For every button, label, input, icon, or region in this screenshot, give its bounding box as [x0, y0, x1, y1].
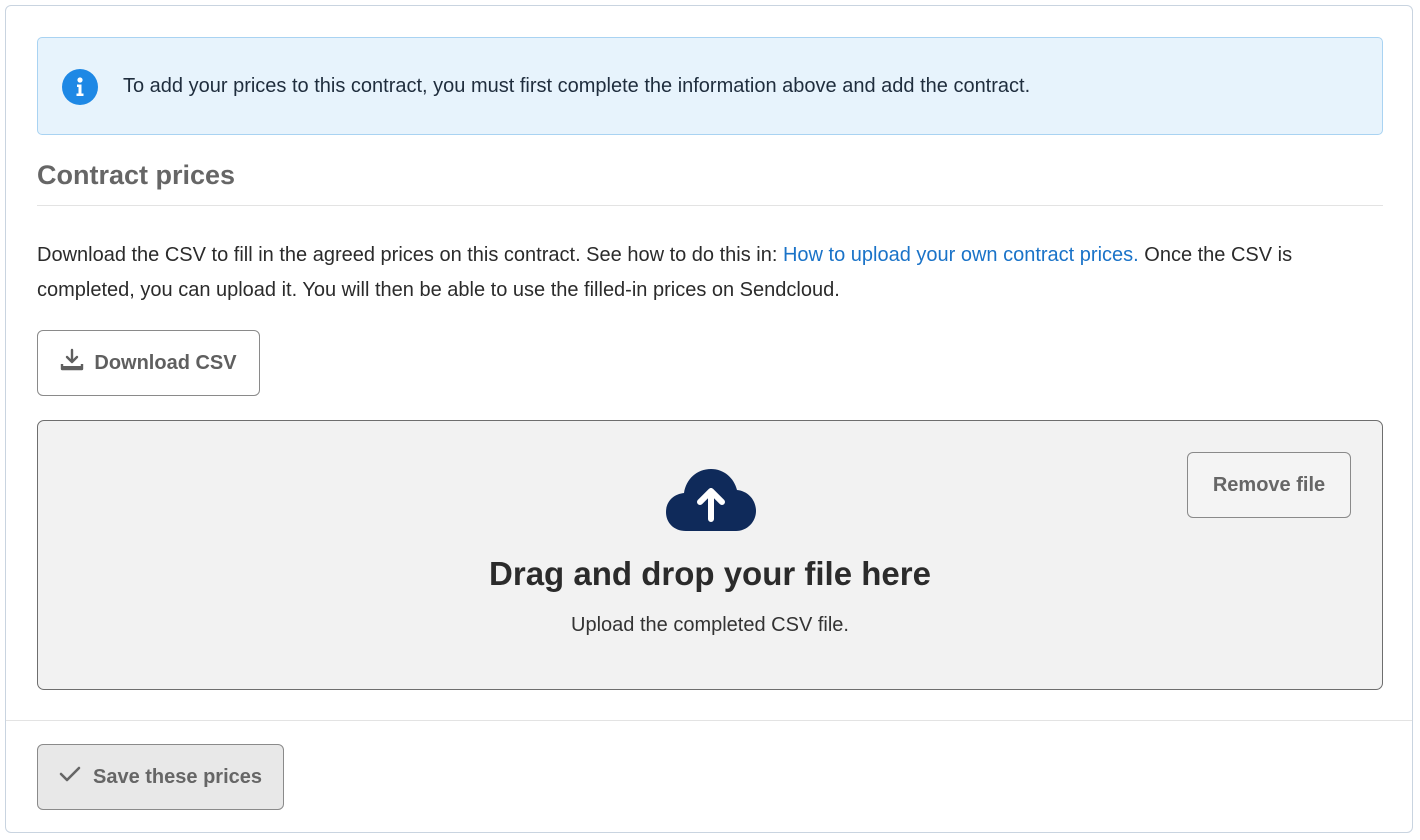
check-icon: [59, 765, 81, 789]
cloud-upload-icon: [666, 469, 756, 533]
dropzone-subtitle: Upload the completed CSV file.: [571, 614, 849, 636]
download-csv-button[interactable]: Download CSV: [37, 330, 260, 396]
section-description: Download the CSV to fill in the agreed p…: [37, 238, 1383, 308]
file-dropzone[interactable]: Drag and drop your file here Upload the …: [37, 420, 1383, 690]
footer-divider: [6, 720, 1412, 721]
description-text-before: Download the CSV to fill in the agreed p…: [37, 244, 783, 266]
section-divider: [37, 205, 1383, 206]
dropzone-title: Drag and drop your file here: [489, 555, 931, 592]
info-banner: To add your prices to this contract, you…: [37, 37, 1383, 135]
help-article-link[interactable]: How to upload your own contract prices.: [783, 244, 1139, 266]
save-prices-button[interactable]: Save these prices: [37, 744, 284, 810]
save-prices-label: Save these prices: [93, 765, 262, 788]
info-banner-text: To add your prices to this contract, you…: [123, 75, 1031, 97]
section-title: Contract prices: [37, 160, 236, 190]
remove-file-button[interactable]: Remove file: [1187, 452, 1351, 518]
info-icon: [62, 69, 98, 105]
download-csv-label: Download CSV: [94, 351, 237, 374]
download-icon: [60, 348, 84, 378]
